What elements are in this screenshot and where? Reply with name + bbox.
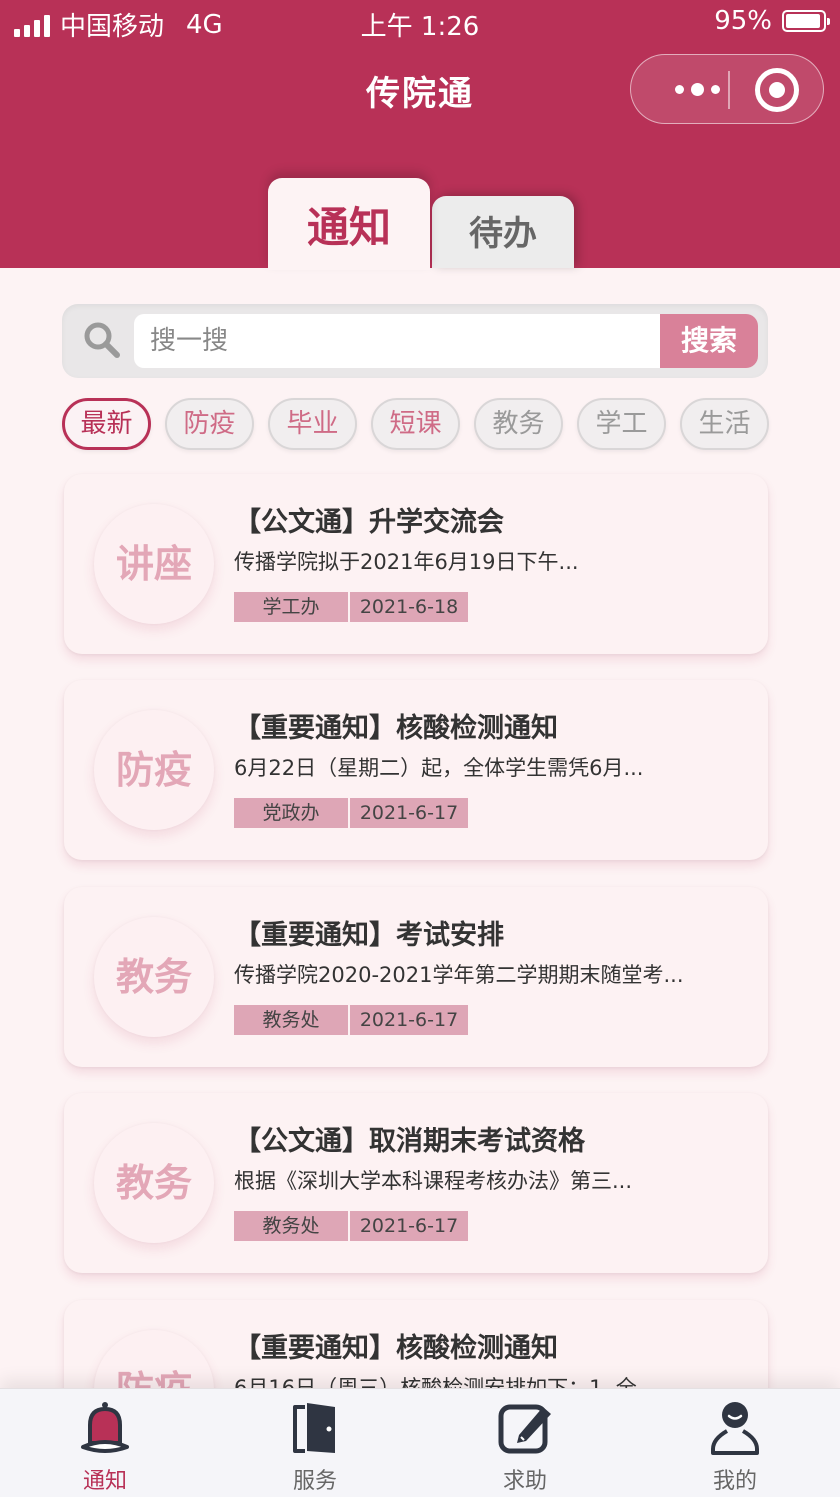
notice-category-badge: 讲座 [94, 504, 214, 624]
nav-notices[interactable]: 通知 [0, 1389, 210, 1497]
nav-services[interactable]: 服务 [210, 1389, 420, 1497]
nav-help[interactable]: 求助 [420, 1389, 630, 1497]
notice-category-badge: 教务 [94, 917, 214, 1037]
notice-title: 【重要通知】考试安排 [234, 920, 504, 951]
door-icon [293, 1403, 335, 1453]
notice-summary: 6月22日（星期二）起，全体学生需凭6月... [234, 756, 644, 780]
notice-title: 【公文通】取消期末考试资格 [234, 1126, 585, 1157]
notice-card[interactable]: 教务 【公文通】取消期末考试资格 根据《深圳大学本科课程考核办法》第三... 教… [64, 1093, 768, 1273]
nav-label: 我的 [712, 1469, 757, 1494]
notice-department: 教务处 [234, 1211, 348, 1241]
notice-card[interactable]: 防疫 【重要通知】核酸检测通知 6月22日（星期二）起，全体学生需凭6月... … [64, 680, 768, 860]
chip-latest[interactable]: 最新 [62, 398, 151, 450]
nav-label: 求助 [502, 1469, 547, 1494]
status-bar: 中国移动 4G 上午 1:26 95% [0, 0, 840, 46]
user-icon [711, 1402, 759, 1455]
notice-summary: 传播学院拟于2021年6月19日下午... [234, 550, 579, 574]
notice-date: 2021-6-17 [350, 1211, 468, 1241]
more-menu-icon[interactable] [675, 79, 735, 99]
miniprogram-capsule [630, 54, 824, 124]
chip-academic[interactable]: 教务 [474, 398, 563, 450]
notice-title: 【重要通知】核酸检测通知 [234, 1333, 558, 1364]
chip-life[interactable]: 生活 [680, 398, 769, 450]
tab-todo[interactable]: 待办 [432, 196, 574, 268]
search-button[interactable]: 搜索 [660, 314, 758, 368]
notice-summary: 根据《深圳大学本科课程考核办法》第三... [234, 1169, 633, 1193]
chip-student-affairs[interactable]: 学工 [577, 398, 666, 450]
bell-icon [81, 1402, 129, 1453]
notice-department: 教务处 [234, 1005, 348, 1035]
notice-card[interactable]: 教务 【重要通知】考试安排 传播学院2020-2021学年第二学期期末随堂考..… [64, 887, 768, 1067]
notice-department: 党政办 [234, 798, 348, 828]
chip-short-course[interactable]: 短课 [371, 398, 460, 450]
search-icon [84, 322, 120, 358]
tab-notices[interactable]: 通知 [268, 178, 430, 270]
notice-date: 2021-6-17 [350, 798, 468, 828]
nav-profile[interactable]: 我的 [630, 1389, 840, 1497]
notice-department: 学工办 [234, 592, 348, 622]
notice-category-badge: 防疫 [94, 710, 214, 830]
notice-card[interactable]: 讲座 【公文通】升学交流会 传播学院拟于2021年6月19日下午... 学工办 … [64, 474, 768, 654]
category-filter: 最新 防疫 毕业 短课 教务 学工 生活 [62, 398, 769, 450]
close-miniprogram-icon[interactable] [755, 68, 799, 112]
battery-icon [782, 10, 830, 32]
nav-label: 服务 [292, 1469, 337, 1494]
capsule-divider [728, 71, 730, 109]
edit-icon [498, 1404, 551, 1454]
bottom-tab-bar: 通知 服务 求助 我的 [0, 1388, 840, 1497]
notice-title: 【公文通】升学交流会 [234, 507, 504, 538]
notice-date: 2021-6-18 [350, 592, 468, 622]
notice-title: 【重要通知】核酸检测通知 [234, 713, 558, 744]
nav-label: 通知 [82, 1469, 127, 1494]
search-input[interactable] [134, 314, 660, 368]
notice-date: 2021-6-17 [350, 1005, 468, 1035]
notice-category-badge: 教务 [94, 1123, 214, 1243]
chip-epidemic[interactable]: 防疫 [165, 398, 254, 450]
notice-summary: 传播学院2020-2021学年第二学期期末随堂考... [234, 963, 684, 987]
battery-percent: 95% [714, 6, 772, 36]
chip-graduation[interactable]: 毕业 [268, 398, 357, 450]
